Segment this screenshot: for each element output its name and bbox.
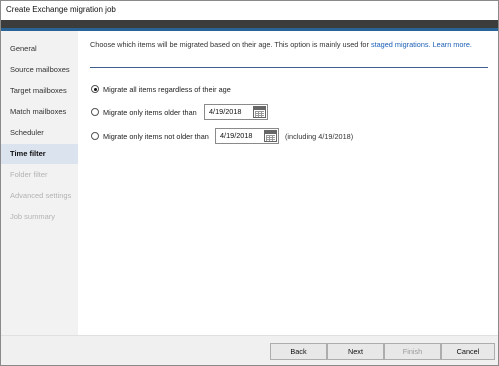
including-date-note: (including 4/19/2018): [285, 132, 354, 141]
dialog-window: Create Exchange migration job General So…: [0, 0, 499, 366]
learn-more-link[interactable]: Learn more.: [433, 40, 472, 49]
cancel-button[interactable]: Cancel: [441, 343, 495, 360]
option-all-items-label: Migrate all items regardless of their ag…: [103, 84, 231, 94]
header-band: [1, 20, 498, 28]
back-button[interactable]: Back: [270, 343, 327, 360]
calendar-icon[interactable]: [264, 130, 277, 142]
wizard-footer: Back Next Finish Cancel: [1, 335, 498, 365]
sidebar-item-source-mailboxes[interactable]: Source mailboxes: [1, 60, 78, 80]
not-older-than-date-input[interactable]: 4/19/2018: [215, 128, 279, 144]
sidebar-item-advanced-settings: Advanced settings: [10, 191, 72, 200]
title-bar: Create Exchange migration job: [1, 1, 498, 20]
wizard-steps-sidebar: General Source mailboxes Target mailboxe…: [1, 31, 78, 335]
staged-migrations-link[interactable]: staged migrations.: [371, 40, 431, 49]
sidebar-item-job-summary: Job summary: [10, 212, 56, 221]
next-button[interactable]: Next: [327, 343, 384, 360]
description-body: Choose which items will be migrated base…: [90, 40, 369, 49]
sidebar-item-target-mailboxes[interactable]: Target mailboxes: [1, 81, 78, 101]
option-older-than[interactable]: Migrate only items older than: [91, 104, 197, 120]
time-filter-panel: Choose which items will be migrated base…: [78, 31, 498, 335]
description-text: Choose which items will be migrated base…: [90, 40, 490, 49]
option-not-older-than-label: Migrate only items not older than: [103, 131, 209, 141]
sidebar-item-match-mailboxes[interactable]: Match mailboxes: [1, 102, 78, 122]
radio-older-than[interactable]: [91, 108, 99, 116]
separator-line: [90, 67, 488, 68]
finish-button: Finish: [384, 343, 441, 360]
radio-all-items[interactable]: [91, 85, 99, 93]
option-not-older-than[interactable]: Migrate only items not older than: [91, 128, 209, 144]
option-all-items[interactable]: Migrate all items regardless of their ag…: [91, 81, 231, 97]
older-than-date-input[interactable]: 4/19/2018: [204, 104, 268, 120]
older-than-date-value: 4/19/2018: [209, 107, 242, 116]
calendar-icon[interactable]: [253, 106, 266, 118]
sidebar-item-general[interactable]: General: [1, 39, 78, 59]
radio-not-older-than[interactable]: [91, 132, 99, 140]
option-older-than-label: Migrate only items older than: [103, 107, 197, 117]
sidebar-item-scheduler[interactable]: Scheduler: [1, 123, 78, 143]
window-title: Create Exchange migration job: [6, 5, 116, 14]
not-older-than-date-value: 4/19/2018: [220, 131, 253, 140]
sidebar-item-folder-filter: Folder filter: [10, 170, 48, 179]
sidebar-item-time-filter[interactable]: Time filter: [1, 144, 78, 164]
